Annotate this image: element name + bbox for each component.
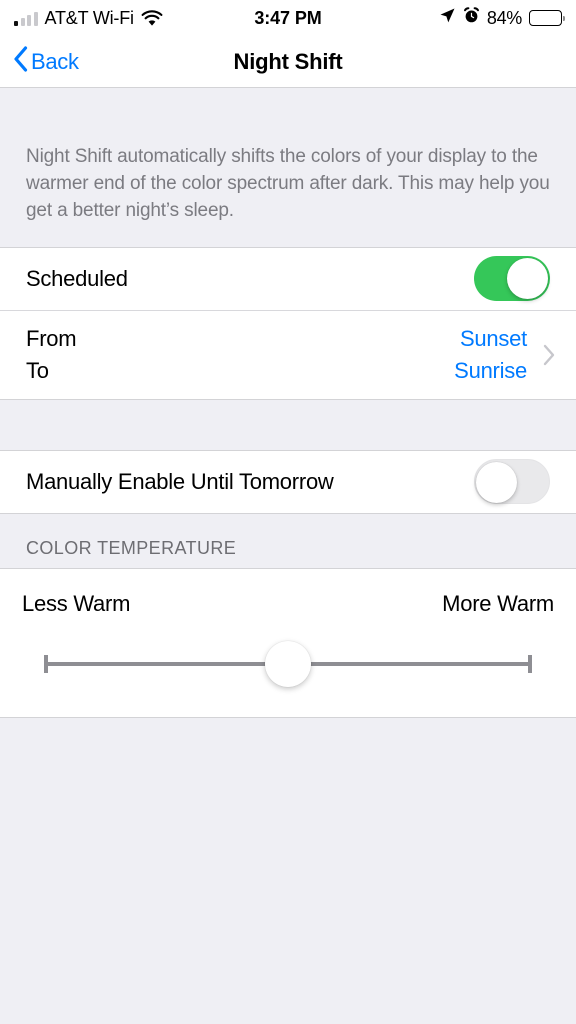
- page-title: Night Shift: [233, 48, 343, 74]
- row-scheduled[interactable]: Scheduled: [0, 248, 576, 310]
- to-label: To: [26, 358, 49, 384]
- slider-captions: Less Warm More Warm: [20, 591, 556, 617]
- settings-content: Night Shift automatically shifts the col…: [0, 88, 576, 718]
- row-manual-enable[interactable]: Manually Enable Until Tomorrow: [0, 451, 576, 513]
- to-value: Sunrise: [454, 358, 527, 384]
- status-bar: AT&T Wi-Fi 3:47 PM 84%: [0, 0, 576, 36]
- scheduled-toggle[interactable]: [474, 256, 550, 302]
- from-to-labels: From To: [26, 325, 77, 385]
- wifi-icon: [141, 9, 163, 27]
- signal-bars-icon: [14, 11, 38, 26]
- schedule-group: Scheduled From To Sunset Sunrise: [0, 246, 576, 400]
- color-temperature-slider[interactable]: [44, 640, 532, 687]
- battery-percent-label: 84%: [486, 7, 522, 28]
- from-label: From: [26, 325, 77, 351]
- location-arrow-icon: [439, 7, 456, 29]
- chevron-right-icon[interactable]: [543, 344, 556, 366]
- back-button-label: Back: [31, 48, 79, 74]
- manual-enable-toggle[interactable]: [474, 459, 550, 505]
- slider-knob[interactable]: [265, 640, 311, 687]
- scheduled-label: Scheduled: [26, 265, 128, 291]
- manual-enable-toggle-knob: [476, 462, 517, 504]
- manual-enable-group: Manually Enable Until Tomorrow: [0, 449, 576, 514]
- slider-cap-right: [528, 654, 532, 673]
- slider-cap-left: [44, 654, 48, 673]
- section-gap: [0, 399, 576, 450]
- less-warm-label: Less Warm: [22, 590, 131, 616]
- from-to-values: Sunset Sunrise: [454, 325, 527, 385]
- alarm-clock-icon: [463, 7, 480, 29]
- carrier-label: AT&T Wi-Fi: [44, 7, 135, 28]
- chevron-left-icon: [13, 45, 28, 78]
- more-warm-label: More Warm: [442, 590, 554, 616]
- scheduled-toggle-knob: [507, 258, 548, 300]
- from-value: Sunset: [460, 325, 527, 351]
- manual-enable-label: Manually Enable Until Tomorrow: [26, 468, 334, 494]
- row-from-to[interactable]: From To Sunset Sunrise: [0, 309, 576, 399]
- back-button[interactable]: Back: [0, 45, 79, 78]
- status-bar-left: AT&T Wi-Fi: [14, 8, 163, 29]
- color-temperature-card: Less Warm More Warm: [0, 567, 576, 718]
- color-temperature-header: COLOR TEMPERATURE: [26, 537, 237, 558]
- night-shift-description: Night Shift automatically shifts the col…: [26, 146, 550, 221]
- navigation-bar: Back Night Shift: [0, 36, 576, 88]
- status-bar-right: 84%: [439, 7, 565, 29]
- battery-icon: [529, 10, 565, 26]
